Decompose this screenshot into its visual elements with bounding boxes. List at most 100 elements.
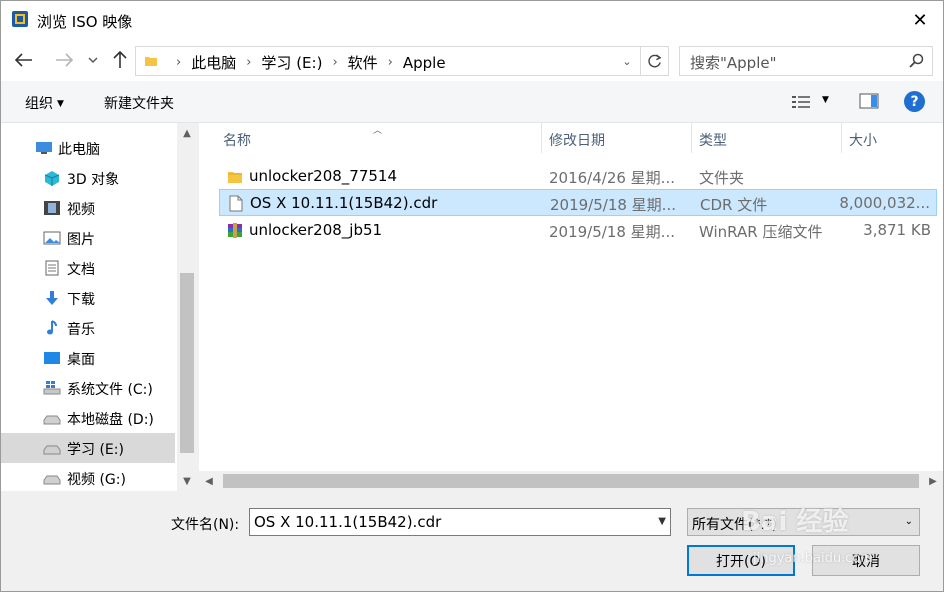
column-divider[interactable]: [691, 123, 692, 153]
column-date[interactable]: 修改日期: [549, 130, 605, 150]
column-size[interactable]: 大小: [849, 130, 877, 150]
sidebar-item-label: 3D 对象: [67, 172, 120, 188]
sidebar-scrollbar[interactable]: ▲ ▼: [177, 123, 197, 491]
close-icon: ✕: [912, 9, 928, 31]
close-button[interactable]: ✕: [897, 1, 943, 39]
sidebar-item-label: 下载: [67, 292, 95, 308]
picture-icon: [43, 231, 61, 245]
sidebar-item-label: 桌面: [67, 352, 95, 368]
new-folder-button[interactable]: 新建文件夹: [104, 93, 174, 113]
view-options-icon[interactable]: [791, 94, 811, 110]
sidebar-item-drive-e[interactable]: 学习 (E:): [1, 433, 175, 463]
sidebar-item-music[interactable]: 音乐: [1, 313, 175, 343]
sidebar-item-pictures[interactable]: 图片: [1, 223, 175, 253]
help-button[interactable]: ?: [904, 91, 925, 112]
folder-icon: [228, 172, 242, 183]
search-box[interactable]: 搜索"Apple": [679, 46, 933, 76]
sidebar-item-drive-d[interactable]: 本地磁盘 (D:): [1, 403, 175, 433]
column-header: ︿ 名称 修改日期 类型 大小: [199, 123, 943, 155]
chevron-right-icon[interactable]: ›: [332, 55, 337, 70]
caret-down-icon: ▼: [57, 99, 64, 109]
blank-file-icon: [229, 195, 243, 212]
search-icon: [909, 53, 924, 68]
winrar-archive-icon: [228, 223, 242, 238]
file-size: 8,000,032...: [839, 194, 930, 212]
scroll-left-icon[interactable]: ◀: [199, 471, 219, 491]
command-toolbar: 组织 ▼ 新建文件夹 ▼ ?: [1, 81, 943, 123]
sidebar-item-this-pc[interactable]: 此电脑: [1, 133, 175, 163]
file-row-selected[interactable]: OS X 10.11.1(15B42).cdr 2019/5/18 星期... …: [219, 189, 937, 216]
file-type: WinRAR 压缩文件: [699, 223, 823, 241]
sidebar-item-label: 视频: [67, 202, 95, 218]
file-name: OS X 10.11.1(15B42).cdr: [250, 194, 438, 212]
refresh-button[interactable]: [640, 47, 668, 75]
column-name[interactable]: 名称: [223, 130, 251, 150]
back-arrow-icon: [15, 53, 32, 67]
breadcrumb-item[interactable]: 学习 (E:): [261, 52, 322, 73]
recent-locations-button[interactable]: [83, 47, 103, 73]
scroll-up-icon[interactable]: ▲: [177, 123, 197, 143]
chevron-down-icon: ⌄: [622, 54, 632, 68]
sidebar-item-3d-objects[interactable]: 3D 对象: [1, 163, 175, 193]
scroll-down-icon[interactable]: ▼: [177, 471, 197, 491]
breadcrumb-item[interactable]: Apple: [403, 54, 446, 72]
sidebar-item-documents[interactable]: 文档: [1, 253, 175, 283]
file-name: unlocker208_77514: [249, 167, 398, 185]
view-dropdown-icon[interactable]: ▼: [822, 95, 829, 105]
search-input[interactable]: 搜索"Apple": [690, 52, 777, 73]
sidebar-item-label: 文档: [67, 262, 95, 278]
sidebar-item-drive-g[interactable]: 视频 (G:): [1, 463, 175, 493]
baidu-watermark-url: jingyan.baidu.com: [753, 551, 873, 566]
document-icon: [45, 260, 59, 276]
forward-button[interactable]: [51, 47, 77, 73]
organize-button[interactable]: 组织 ▼: [25, 93, 64, 113]
sidebar-item-label: 系统文件 (C:): [67, 382, 153, 398]
file-row[interactable]: unlocker208_jb51 2019/5/18 星期... WinRAR …: [219, 217, 937, 244]
chevron-down-icon[interactable]: ▼: [658, 516, 666, 527]
sidebar-item-drive-c[interactable]: 系统文件 (C:): [1, 373, 175, 403]
breadcrumb: › 此电脑 › 学习 (E:) › 软件 › Apple: [166, 52, 446, 73]
file-type: CDR 文件: [700, 196, 768, 214]
chevron-right-icon[interactable]: ›: [246, 55, 251, 70]
file-list-horizontal-scrollbar[interactable]: ◀ ▶: [199, 471, 943, 491]
sidebar-item-label: 图片: [67, 232, 95, 248]
up-button[interactable]: [107, 47, 133, 73]
music-note-icon: [47, 320, 57, 335]
sidebar-item-label: 视频 (G:): [67, 472, 126, 488]
window-title: 浏览 ISO 映像: [37, 13, 133, 31]
column-divider[interactable]: [841, 123, 842, 153]
sidebar-item-label: 此电脑: [58, 142, 100, 158]
drive-icon: [43, 445, 61, 455]
address-dropdown-button[interactable]: ⌄: [616, 47, 638, 75]
sidebar-item-desktop[interactable]: 桌面: [1, 343, 175, 373]
folder-icon: [145, 57, 157, 66]
scrollbar-thumb[interactable]: [180, 273, 194, 453]
back-button[interactable]: [11, 47, 37, 73]
up-arrow-icon: [113, 51, 127, 68]
filename-value[interactable]: OS X 10.11.1(15B42).cdr: [254, 513, 441, 531]
file-list: ︿ 名称 修改日期 类型 大小 unlocker208_77514 2016/4…: [199, 123, 943, 491]
breadcrumb-item[interactable]: 此电脑: [191, 52, 236, 73]
scroll-right-icon[interactable]: ▶: [923, 471, 943, 491]
sidebar-item-downloads[interactable]: 下载: [1, 283, 175, 313]
chevron-right-icon[interactable]: ›: [388, 55, 393, 70]
file-open-dialog: 浏览 ISO 映像 ✕ › 此电脑 › 学习 (E:) › 软件 › Apple…: [0, 0, 944, 592]
refresh-icon: [648, 53, 662, 67]
file-row[interactable]: unlocker208_77514 2016/4/26 星期... 文件夹: [219, 163, 937, 190]
sidebar-item-videos[interactable]: 视频: [1, 193, 175, 223]
breadcrumb-item[interactable]: 软件: [348, 52, 378, 73]
nav-tree: 此电脑 3D 对象 视频 图片 文档 下载 音乐 桌面 系统文件 (C:) 本地…: [1, 133, 175, 493]
file-size: 3,871 KB: [863, 221, 931, 239]
column-divider[interactable]: [541, 123, 542, 153]
address-bar[interactable]: › 此电脑 › 学习 (E:) › 软件 › Apple ⌄: [135, 46, 669, 76]
sort-ascending-icon: ︿: [373, 126, 383, 136]
file-date: 2019/5/18 星期...: [550, 196, 676, 214]
sidebar-item-label: 音乐: [67, 322, 95, 338]
filename-field[interactable]: OS X 10.11.1(15B42).cdr ▼: [249, 508, 671, 536]
column-type[interactable]: 类型: [699, 130, 727, 150]
preview-pane-icon[interactable]: [859, 93, 879, 109]
file-type: 文件夹: [699, 169, 745, 187]
scrollbar-thumb[interactable]: [223, 474, 919, 488]
forward-arrow-icon: [56, 53, 73, 67]
baidu-watermark: Bai 经验: [741, 507, 849, 537]
